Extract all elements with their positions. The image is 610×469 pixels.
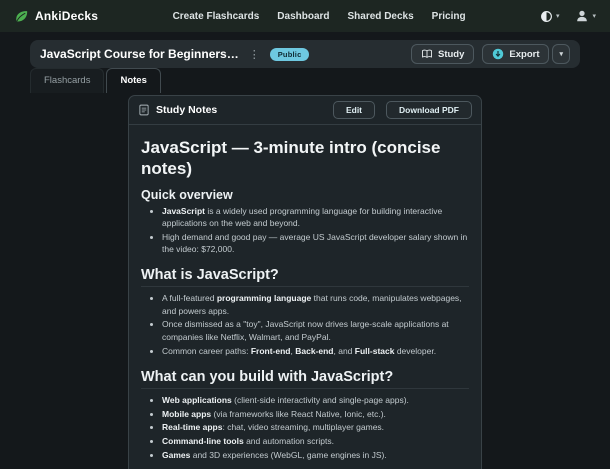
tab-notes[interactable]: Notes [106,68,161,93]
export-button-label: Export [509,48,540,60]
note-bullet: Games and 3D experiences (WebGL, game en… [162,449,469,461]
notes-body: Quick overview JavaScript is a widely use… [141,188,469,469]
note-bullet: Common career paths: Front-end, Back-end… [162,345,469,357]
nav-item-pricing[interactable]: Pricing [432,11,466,22]
note-bullet: A full-featured programming language tha… [162,292,469,317]
user-menu-button[interactable]: ▾ [575,9,596,23]
tab-flashcards[interactable]: Flashcards [30,68,105,93]
note-bullet: Real-time apps: chat, video streaming, m… [162,421,469,433]
note-bullet: Command-line tools and automation script… [162,435,469,447]
chevron-down-icon: ▾ [555,12,560,20]
notes-icon [138,104,150,116]
study-button[interactable]: Study [411,44,475,64]
user-icon [575,9,589,23]
download-circle-icon [492,48,504,60]
deck-title: JavaScript Course for Beginners… [40,47,239,61]
panel-title: Study Notes [156,104,218,116]
export-split-button: Export ▾ [482,44,570,64]
notes-title: JavaScript — 3-minute intro (concise not… [141,138,441,179]
brand-name: AnkiDecks [35,9,99,23]
study-notes-header: Study Notes Edit Download PDF [129,96,481,125]
note-bullet: JavaScript is a widely used programming … [162,205,469,230]
chevron-down-icon: ▾ [559,51,563,58]
nav-item-create-flashcards[interactable]: Create Flashcards [173,11,260,22]
note-bullet: Mobile apps (via frameworks like React N… [162,408,469,420]
theme-contrast-icon [540,10,553,23]
theme-toggle-button[interactable]: ▾ [540,10,560,23]
study-notes-card: Study Notes Edit Download PDF JavaScript… [128,95,482,469]
deck-menu-button[interactable]: ⋮ [247,48,262,61]
export-button[interactable]: Export [482,44,550,64]
study-button-label: Study [438,48,465,60]
deck-header: JavaScript Course for Beginners… ⋮ Publi… [30,40,580,68]
note-bullet: Web applications (client-side interactiv… [162,394,469,406]
visibility-badge: Public [269,47,310,61]
note-bullet: High demand and good pay — average US Ja… [162,231,469,256]
download-pdf-button[interactable]: Download PDF [386,101,472,119]
section-bullet-list: Web applications (client-side interactiv… [141,394,469,462]
navbar-actions: ▾ ▾ [540,9,596,23]
notes-content: JavaScript — 3-minute intro (concise not… [129,125,481,469]
section-bullet-list: A full-featured programming language tha… [141,292,469,357]
nav-links: Create Flashcards Dashboard Shared Decks… [173,11,466,22]
chevron-down-icon: ▾ [592,12,596,20]
export-menu-button[interactable]: ▾ [552,44,570,64]
deck-tabs: Flashcards Notes [30,68,161,93]
top-navbar: AnkiDecks Create Flashcards Dashboard Sh… [0,0,610,32]
nav-item-shared-decks[interactable]: Shared Decks [348,11,414,22]
book-icon [421,48,433,60]
brand-logo[interactable]: AnkiDecks [14,9,98,24]
nav-item-dashboard[interactable]: Dashboard [277,11,329,22]
section-heading: What is JavaScript? [141,267,469,288]
leaf-icon [14,9,29,24]
section-heading: Quick overview [141,187,233,202]
edit-button[interactable]: Edit [332,101,376,119]
section-heading: What can you build with JavaScript? [141,369,469,389]
section-bullet-list: JavaScript is a widely used programming … [141,205,469,256]
note-bullet: Once dismissed as a "toy", JavaScript no… [162,318,469,343]
